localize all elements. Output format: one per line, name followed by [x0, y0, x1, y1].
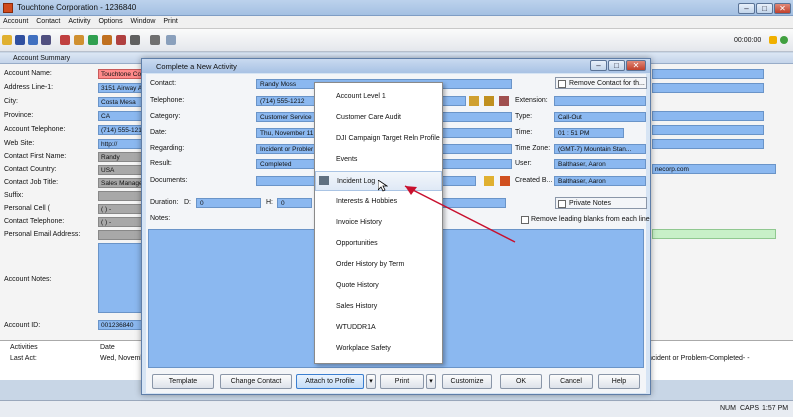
annotation-arrow — [404, 185, 516, 243]
mouse-cursor-icon — [378, 180, 388, 192]
arrow-line — [404, 185, 516, 243]
